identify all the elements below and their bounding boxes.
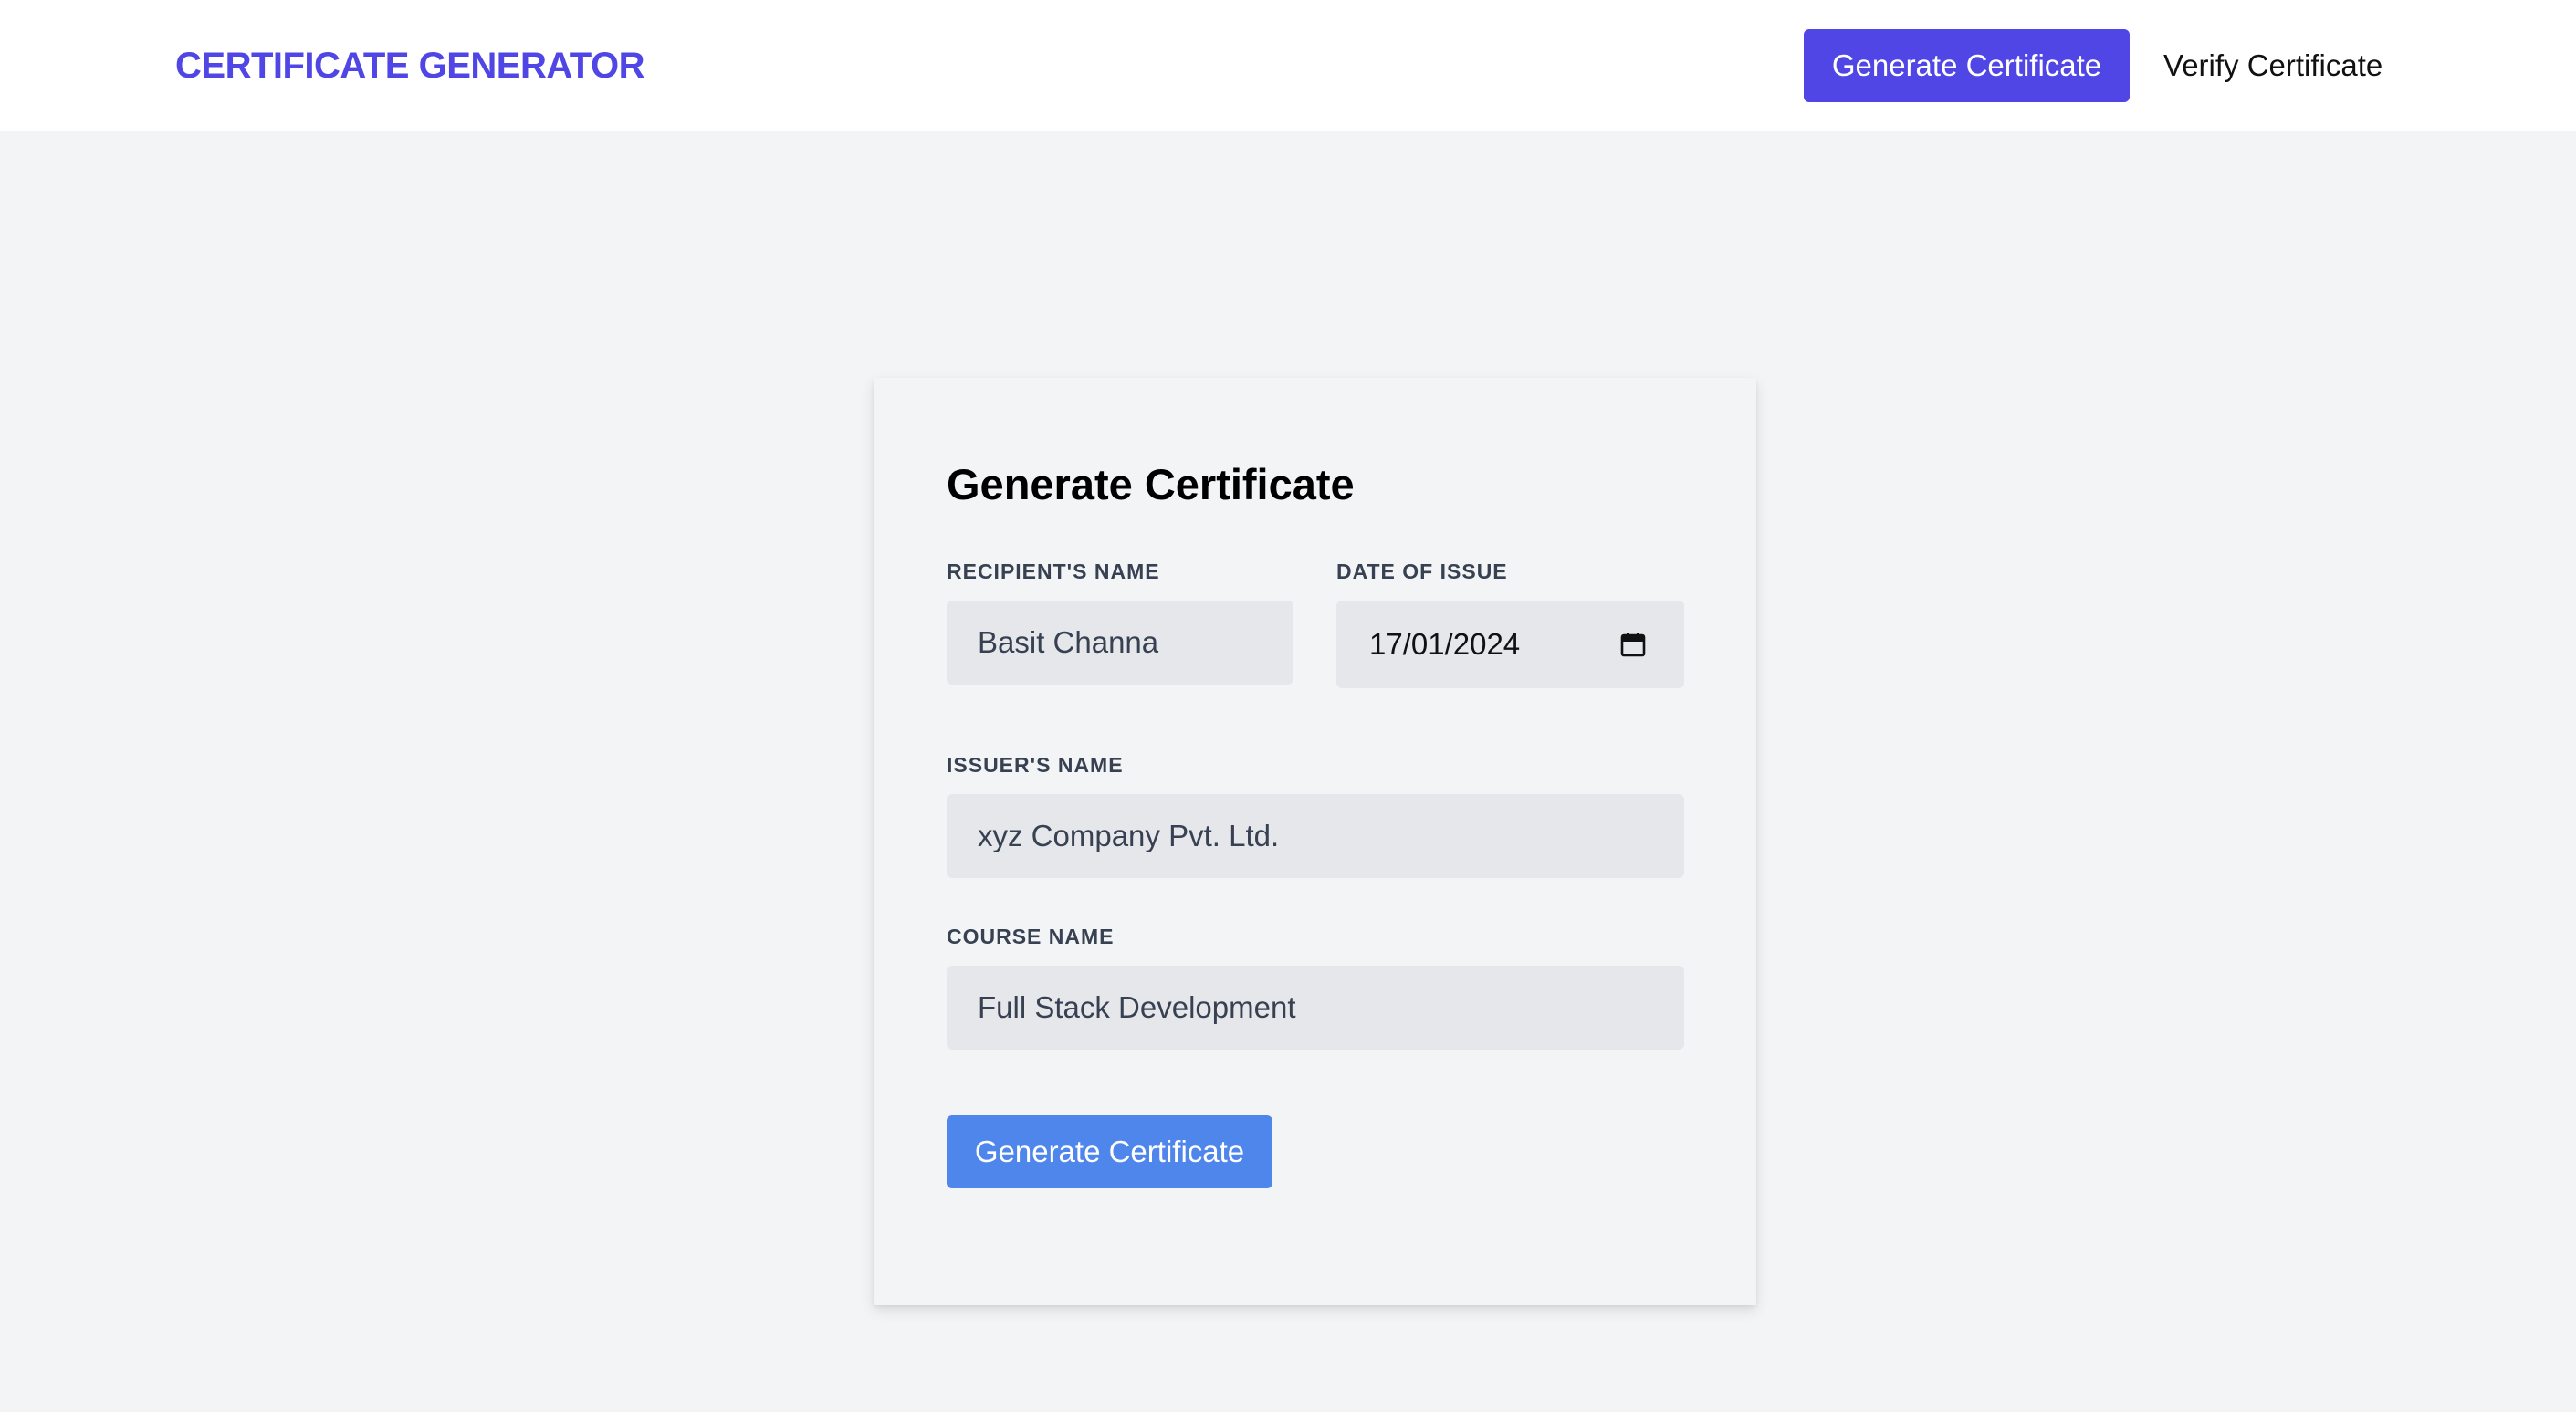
top-navbar: CERTIFICATE GENERATOR Generate Certifica… (0, 0, 2576, 131)
nav-verify-certificate-link[interactable]: Verify Certificate (2163, 29, 2382, 102)
brand-logo-text[interactable]: CERTIFICATE GENERATOR (175, 42, 644, 89)
course-name-input[interactable] (947, 966, 1684, 1050)
issuer-name-input[interactable] (947, 794, 1684, 878)
form-title: Generate Certificate (947, 460, 1355, 508)
recipient-name-input[interactable] (947, 601, 1293, 685)
date-of-issue-label: DATE OF ISSUE (1336, 560, 1508, 583)
date-of-issue-input[interactable]: 17/01/2024 (1336, 601, 1684, 688)
recipient-name-label: RECIPIENT'S NAME (947, 560, 1160, 583)
course-name-label: COURSE NAME (947, 925, 1115, 948)
date-of-issue-value: 17/01/2024 (1369, 627, 1521, 661)
generate-certificate-form-card: Generate Certificate RECIPIENT'S NAME DA… (874, 378, 1756, 1305)
nav-generate-certificate-button[interactable]: Generate Certificate (1804, 29, 2130, 102)
calendar-icon[interactable] (1620, 632, 1646, 657)
generate-certificate-submit-button[interactable]: Generate Certificate (947, 1115, 1272, 1188)
issuer-name-label: ISSUER'S NAME (947, 753, 1124, 777)
